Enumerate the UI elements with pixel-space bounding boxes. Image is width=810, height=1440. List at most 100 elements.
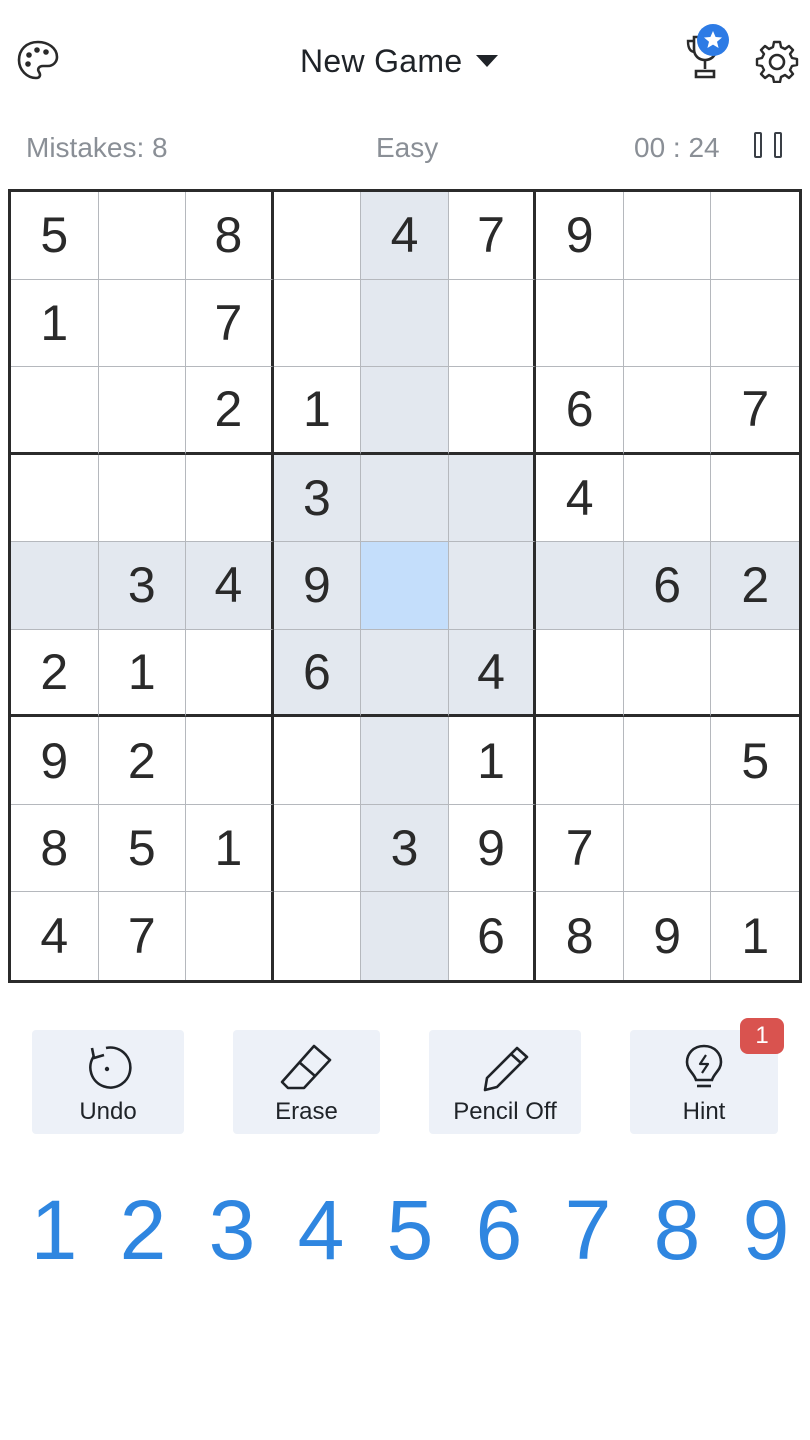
- board-cell[interactable]: [186, 717, 274, 805]
- board-cell[interactable]: [98, 192, 187, 280]
- board-cell[interactable]: 1: [98, 629, 187, 718]
- board-cell[interactable]: 3: [98, 542, 187, 630]
- board-cell[interactable]: 2: [11, 629, 99, 718]
- board-cell[interactable]: 7: [536, 804, 624, 893]
- board-cell[interactable]: [623, 454, 712, 543]
- board-cell[interactable]: 8: [536, 892, 624, 980]
- board-cell[interactable]: 8: [11, 804, 99, 893]
- board-cell[interactable]: [273, 279, 362, 368]
- board-cell[interactable]: 7: [186, 279, 274, 368]
- board-cell[interactable]: [98, 454, 187, 543]
- board-cell[interactable]: [361, 717, 449, 805]
- board-cell[interactable]: [711, 805, 799, 893]
- new-game-dropdown[interactable]: New Game: [300, 38, 499, 84]
- board-cell[interactable]: 1: [273, 367, 362, 455]
- gear-icon[interactable]: [752, 36, 802, 86]
- board-cell[interactable]: [273, 192, 362, 280]
- board-cell[interactable]: 6: [449, 892, 537, 980]
- numpad-key[interactable]: 1: [20, 1180, 88, 1280]
- board-cell[interactable]: 1: [11, 279, 99, 368]
- board-cell[interactable]: 5: [711, 717, 799, 805]
- board-cell[interactable]: [274, 892, 362, 980]
- board-cell[interactable]: 4: [361, 192, 449, 280]
- board-cell[interactable]: 7: [711, 367, 799, 455]
- numpad-key[interactable]: 3: [198, 1180, 266, 1280]
- board-cell[interactable]: [186, 892, 274, 980]
- board-cell[interactable]: 1: [711, 892, 799, 980]
- board-cell[interactable]: [623, 279, 712, 368]
- board-cell[interactable]: 1: [186, 804, 274, 893]
- board-cell[interactable]: [448, 367, 537, 455]
- board-cell[interactable]: [273, 804, 362, 893]
- board-cell[interactable]: 8: [186, 192, 274, 280]
- board-cell[interactable]: [623, 192, 712, 280]
- board-cell[interactable]: 9: [11, 717, 99, 805]
- board-cell[interactable]: 9: [624, 892, 712, 980]
- board-cell[interactable]: [361, 454, 449, 543]
- numpad-key[interactable]: 7: [554, 1180, 622, 1280]
- undo-button[interactable]: Undo: [32, 1030, 184, 1134]
- board-cell[interactable]: 2: [711, 542, 799, 630]
- pause-icon[interactable]: [752, 132, 786, 162]
- board-cell[interactable]: [448, 279, 537, 368]
- board-cell[interactable]: [98, 279, 187, 368]
- numpad-key[interactable]: 9: [732, 1180, 800, 1280]
- board-cell[interactable]: [536, 542, 624, 630]
- board-cell[interactable]: 2: [98, 717, 187, 805]
- board-cell[interactable]: [536, 629, 624, 718]
- board-cell[interactable]: [186, 454, 274, 543]
- board-cell[interactable]: 6: [536, 367, 624, 455]
- board-cell[interactable]: [711, 280, 799, 368]
- board-cell[interactable]: 4: [11, 892, 99, 980]
- board-cell[interactable]: 5: [11, 192, 99, 280]
- board-cell[interactable]: 6: [623, 542, 712, 630]
- board-cell[interactable]: [361, 367, 449, 455]
- board-cell[interactable]: 1: [448, 717, 537, 805]
- board-cell[interactable]: [273, 717, 362, 805]
- erase-label: Erase: [275, 1098, 338, 1125]
- board-cell[interactable]: [448, 542, 537, 630]
- board-cell[interactable]: 7: [99, 892, 187, 980]
- numpad-key[interactable]: 8: [643, 1180, 711, 1280]
- board-cell[interactable]: [11, 367, 99, 455]
- pencil-button[interactable]: Pencil Off: [429, 1030, 581, 1134]
- board-cell[interactable]: [11, 454, 99, 543]
- board-cell[interactable]: [361, 892, 449, 980]
- numpad-key[interactable]: 2: [109, 1180, 177, 1280]
- board-cell[interactable]: [98, 367, 187, 455]
- board-cell[interactable]: [361, 629, 449, 718]
- board-cell[interactable]: [623, 629, 712, 718]
- board-cell[interactable]: 3: [273, 454, 362, 543]
- board-cell[interactable]: [623, 804, 712, 893]
- board-cell[interactable]: [711, 630, 799, 718]
- board-cell[interactable]: [711, 192, 799, 280]
- undo-icon: [89, 1046, 132, 1089]
- timer: 00 : 24: [634, 132, 720, 163]
- board-cell[interactable]: 6: [273, 629, 362, 718]
- board-cell[interactable]: [186, 629, 274, 718]
- erase-button[interactable]: Erase: [233, 1030, 380, 1134]
- board-cell[interactable]: 4: [448, 629, 537, 718]
- board-cell[interactable]: [623, 367, 712, 455]
- board-cell[interactable]: [536, 279, 624, 368]
- board-cell[interactable]: 4: [536, 454, 624, 543]
- board-cell[interactable]: 4: [186, 542, 274, 630]
- board-cell[interactable]: [361, 542, 449, 630]
- board-cell[interactable]: [361, 279, 449, 368]
- board-cell[interactable]: 9: [448, 804, 537, 893]
- board-cell[interactable]: [11, 542, 99, 630]
- palette-icon[interactable]: [14, 38, 62, 82]
- board-cell[interactable]: [623, 717, 712, 805]
- board-cell[interactable]: 3: [361, 804, 449, 893]
- board-cell[interactable]: [448, 454, 537, 543]
- numpad-key[interactable]: 4: [287, 1180, 355, 1280]
- board-cell[interactable]: 2: [186, 367, 274, 455]
- board-cell[interactable]: [711, 455, 799, 543]
- numpad-key[interactable]: 5: [376, 1180, 444, 1280]
- numpad-key[interactable]: 6: [465, 1180, 533, 1280]
- board-cell[interactable]: 9: [536, 192, 624, 280]
- board-cell[interactable]: 9: [273, 542, 362, 630]
- board-cell[interactable]: 5: [98, 804, 187, 893]
- board-cell[interactable]: 7: [448, 192, 537, 280]
- board-cell[interactable]: [536, 717, 624, 805]
